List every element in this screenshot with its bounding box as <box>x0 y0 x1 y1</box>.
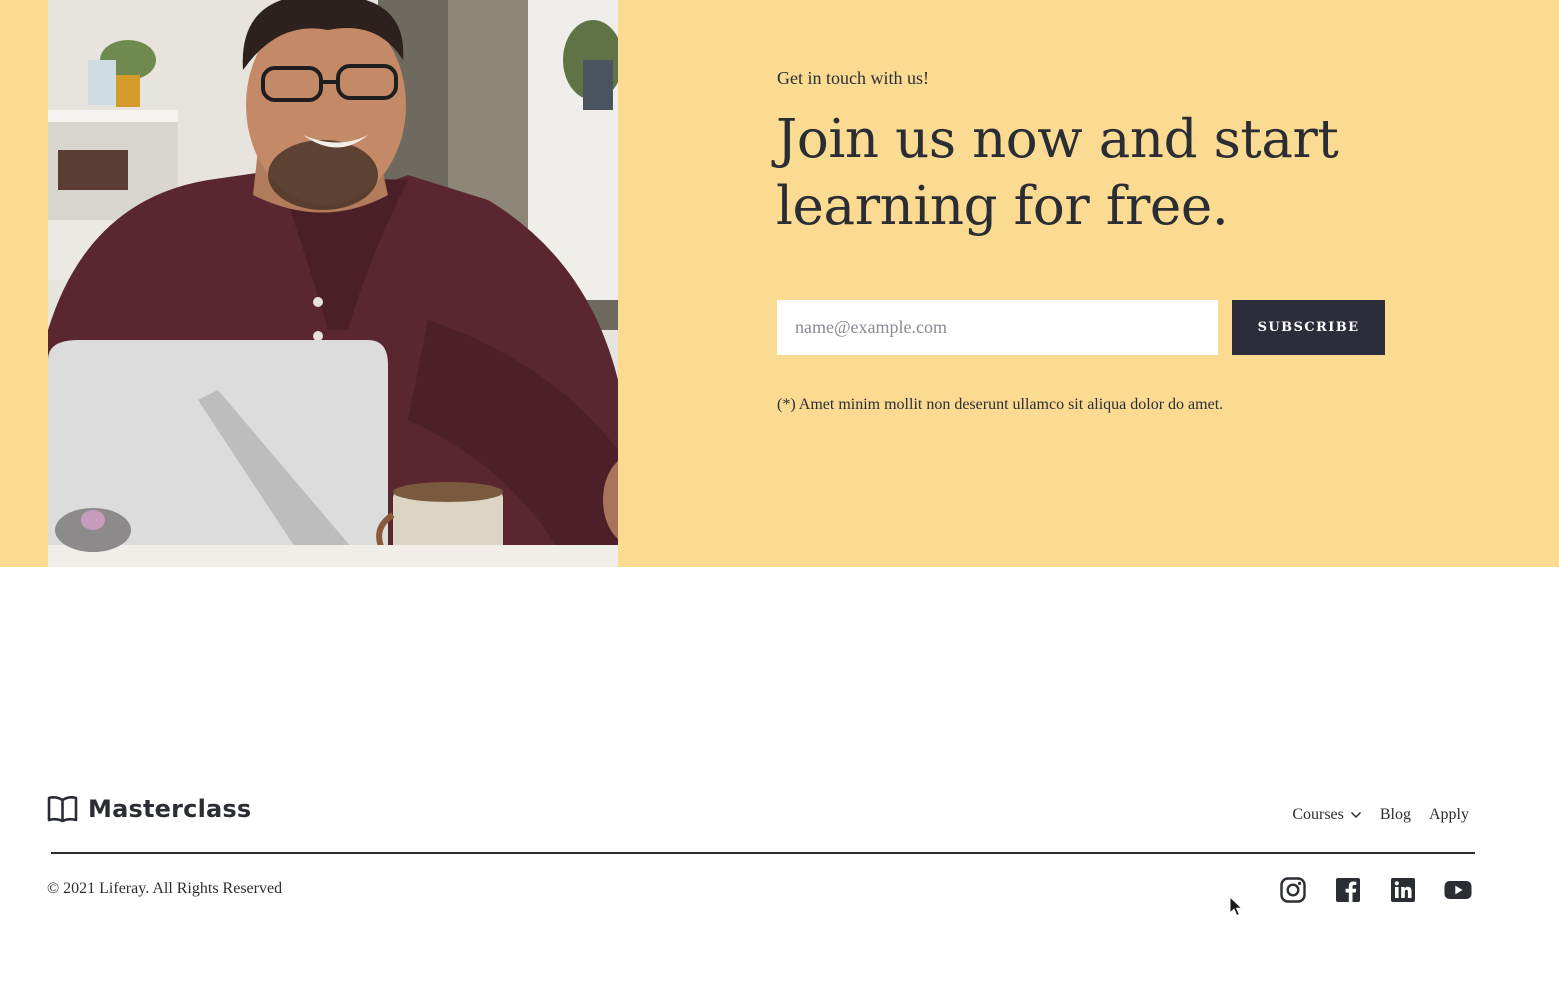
open-book-icon <box>47 796 78 823</box>
email-input[interactable] <box>777 300 1218 355</box>
copyright-text: © 2021 Liferay. All Rights Reserved <box>47 880 283 897</box>
brand-name: Masterclass <box>88 795 252 823</box>
nav-item-blog[interactable]: Blog <box>1380 806 1411 824</box>
nav-item-courses[interactable]: Courses <box>1292 806 1362 824</box>
brand-logo-link[interactable]: Masterclass <box>47 795 251 823</box>
youtube-icon[interactable] <box>1444 876 1472 904</box>
disclaimer-text: (*) Amet minim mollit non deserunt ullam… <box>777 396 1224 413</box>
instagram-icon[interactable] <box>1279 876 1307 904</box>
subscribe-section: Get in touch with us! Join us now and st… <box>0 0 1559 567</box>
linkedin-icon[interactable] <box>1389 876 1417 904</box>
social-links <box>1279 876 1472 904</box>
mouse-cursor-icon <box>1229 896 1243 917</box>
facebook-icon[interactable] <box>1334 876 1362 904</box>
footer-nav: Courses Blog Apply <box>1292 806 1469 824</box>
nav-item-apply[interactable]: Apply <box>1429 806 1469 824</box>
eyebrow-text: Get in touch with us! <box>777 68 929 88</box>
nav-item-label: Courses <box>1292 806 1344 823</box>
subscribe-button[interactable]: SUBSCRIBE <box>1232 300 1385 355</box>
chevron-down-icon <box>1350 811 1361 819</box>
student-with-laptop-photo <box>48 0 618 567</box>
hero-headline: Join us now and start learning for free. <box>776 109 1339 237</box>
footer-divider <box>51 852 1475 854</box>
